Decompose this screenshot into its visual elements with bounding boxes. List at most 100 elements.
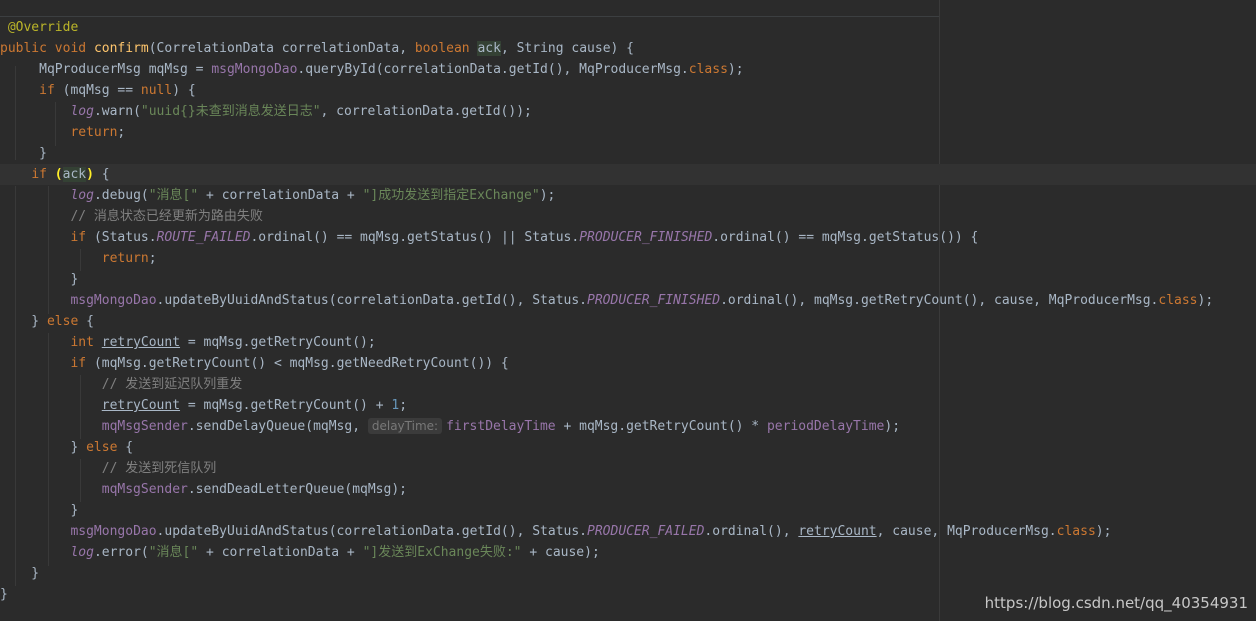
code-lines[interactable]: @Override public void confirm(Correlation… <box>0 17 1256 605</box>
string-literal: "消息[" <box>148 188 199 203</box>
code-line[interactable]: // 发送到延迟队列重发 <box>0 374 1256 395</box>
code-text: } <box>0 587 8 602</box>
code-text: ); <box>539 188 556 203</box>
code-text: ); <box>884 419 901 434</box>
code-text: .error( <box>93 545 149 560</box>
code-line[interactable]: msgMongoDao.updateByUuidAndStatus(correl… <box>0 521 1256 542</box>
string-literal: "]发送到ExChange失败:" <box>362 545 522 560</box>
code-line[interactable]: msgMongoDao.updateByUuidAndStatus(correl… <box>0 290 1256 311</box>
matched-brace: ( <box>54 167 63 182</box>
code-text: } <box>0 566 40 581</box>
code-line[interactable]: retryCount = mqMsg.getRetryCount() + 1; <box>0 395 1256 416</box>
code-line[interactable]: @Override <box>0 17 1256 38</box>
code-text: .queryById(correlationData.getId(), MqPr… <box>297 62 689 77</box>
method-name-token: confirm <box>93 41 149 56</box>
keyword-token: class <box>1056 524 1096 539</box>
field-token: msgMongoDao <box>70 524 157 539</box>
code-line[interactable]: if (Status.ROUTE_FAILED.ordinal() == mqM… <box>0 227 1256 248</box>
code-text: MqProducerMsg mqMsg = <box>0 62 212 77</box>
code-line[interactable]: MqProducerMsg mqMsg = msgMongoDao.queryB… <box>0 59 1256 80</box>
code-line[interactable]: if (mqMsg.getRetryCount() < mqMsg.getNee… <box>0 353 1256 374</box>
code-text: (mqMsg == <box>62 83 141 98</box>
code-text: = mqMsg.getRetryCount() + <box>180 398 392 413</box>
code-line[interactable]: return; <box>0 122 1256 143</box>
code-line[interactable]: } <box>0 269 1256 290</box>
code-text: } <box>0 503 79 518</box>
logger-field-token: log <box>70 104 94 119</box>
logger-field-token: log <box>70 188 94 203</box>
code-text: { <box>86 314 94 329</box>
keyword-token: if <box>70 230 94 245</box>
field-token: periodDelayTime <box>766 419 885 434</box>
enum-constant-token: PRODUCER_FINISHED <box>587 293 721 308</box>
code-line[interactable]: int retryCount = mqMsg.getRetryCount(); <box>0 332 1256 353</box>
code-line[interactable]: if (ack) { <box>0 164 1256 185</box>
code-text: .warn( <box>93 104 141 119</box>
number-literal: 1 <box>391 398 400 413</box>
code-text: } <box>0 146 47 161</box>
code-text: { <box>93 167 110 182</box>
code-line[interactable]: } else { <box>0 311 1256 332</box>
enum-constant-token: PRODUCER_FINISHED <box>579 230 713 245</box>
code-text: + cause); <box>521 545 600 560</box>
annotation-token: @Override <box>0 20 79 35</box>
code-line[interactable]: } <box>0 500 1256 521</box>
code-text: + correlationData + <box>198 545 363 560</box>
string-literal: "]成功发送到指定ExChange" <box>362 188 540 203</box>
code-line[interactable]: return; <box>0 248 1256 269</box>
field-token: msgMongoDao <box>70 293 157 308</box>
code-text: ); <box>1197 293 1214 308</box>
keyword-token: if <box>31 167 55 182</box>
watermark-url: https://blog.csdn.net/qq_40354931 <box>984 594 1248 612</box>
code-line[interactable]: } <box>0 563 1256 584</box>
code-line[interactable]: log.error("消息[" + correlationData + "]发送… <box>0 542 1256 563</box>
parameter-hint: delayTime: <box>367 418 443 434</box>
highlighted-identifier: ack <box>477 41 501 56</box>
code-editor[interactable]: @Override public void confirm(Correlation… <box>0 0 1256 621</box>
code-line[interactable]: } else { <box>0 437 1256 458</box>
code-text: + mqMsg.getRetryCount() * <box>555 419 767 434</box>
code-text: .ordinal() == mqMsg.getStatus() || Statu… <box>250 230 580 245</box>
highlighted-identifier: ack <box>62 167 87 182</box>
code-text: (Status. <box>93 230 157 245</box>
code-line[interactable]: if (mqMsg == null) { <box>0 80 1256 101</box>
keyword-token: return <box>70 125 118 140</box>
keyword-token: null <box>140 83 173 98</box>
code-text: , cause, MqProducerMsg. <box>876 524 1057 539</box>
code-text: } <box>0 272 79 287</box>
keyword-token: else <box>86 440 126 455</box>
code-line[interactable]: log.warn("uuid{}未查到消息发送日志", correlationD… <box>0 101 1256 122</box>
code-line[interactable]: public void confirm(CorrelationData corr… <box>0 38 1256 59</box>
code-text: ) { <box>172 83 196 98</box>
string-literal: "消息[" <box>148 545 199 560</box>
keyword-token: else <box>46 314 87 329</box>
code-text: .ordinal(), mqMsg.getRetryCount(), cause… <box>720 293 1159 308</box>
code-line[interactable]: // 发送到死信队列 <box>0 458 1256 479</box>
code-text: { <box>125 440 134 455</box>
code-line[interactable]: mqMsgSender.sendDeadLetterQueue(mqMsg); <box>0 479 1256 500</box>
code-text: .ordinal(), <box>704 524 799 539</box>
keyword-token: class <box>688 62 728 77</box>
code-text: + correlationData + <box>198 188 363 203</box>
code-text: ); <box>727 62 744 77</box>
code-line[interactable]: } <box>0 143 1256 164</box>
code-line[interactable]: mqMsgSender.sendDelayQueue(mqMsg, delayT… <box>0 416 1256 437</box>
code-text: .sendDeadLetterQueue(mqMsg); <box>187 482 407 497</box>
code-line[interactable]: // 消息状态已经更新为路由失败 <box>0 206 1256 227</box>
code-line[interactable]: log.debug("消息[" + correlationData + "]成功… <box>0 185 1256 206</box>
field-token: msgMongoDao <box>211 62 298 77</box>
keyword-token: if <box>70 356 94 371</box>
